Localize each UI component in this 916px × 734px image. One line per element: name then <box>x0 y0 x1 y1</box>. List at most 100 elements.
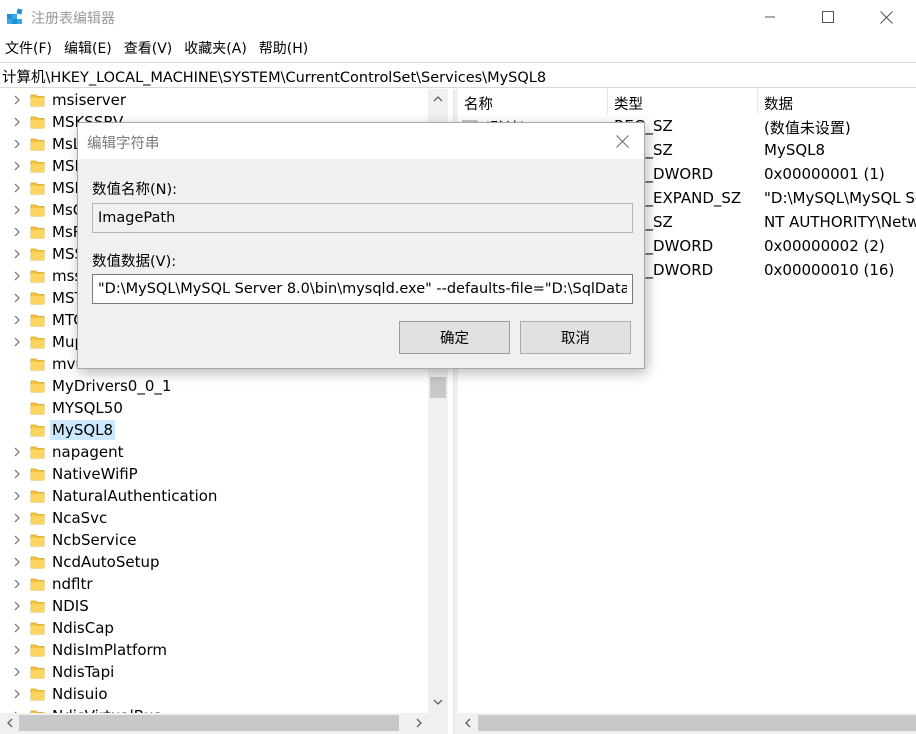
tree-item-label: NcdAutoSetup <box>52 553 160 571</box>
menu-file[interactable]: 文件(F) <box>0 38 59 60</box>
scroll-left-button[interactable] <box>0 713 18 733</box>
scroll-thumb[interactable] <box>430 377 446 398</box>
list-horizontal-scrollbar[interactable] <box>458 713 916 734</box>
tree-item-label: NaturalAuthentication <box>52 487 218 505</box>
tree-horizontal-scrollbar[interactable] <box>0 713 448 734</box>
chevron-right-icon[interactable] <box>11 182 23 194</box>
menu-view[interactable]: 查看(V) <box>119 38 180 60</box>
chevron-right-icon[interactable] <box>11 160 23 172</box>
scroll-left-button[interactable] <box>458 713 476 733</box>
folder-icon <box>30 644 45 657</box>
tree-item[interactable]: NcbService <box>0 529 428 551</box>
column-header-type[interactable]: 类型 <box>614 93 643 114</box>
tree-item[interactable]: MyDrivers0_0_1 <box>0 375 428 397</box>
tree-item[interactable]: Ndisuio <box>0 683 428 705</box>
tree-item[interactable]: ndfltr <box>0 573 428 595</box>
tree-item[interactable]: NcdAutoSetup <box>0 551 428 573</box>
tree-item-label: MySQL8 <box>50 420 116 440</box>
chevron-right-icon[interactable] <box>11 336 23 348</box>
menu-edit[interactable]: 编辑(E) <box>59 38 119 60</box>
maximize-button[interactable] <box>798 0 858 34</box>
scroll-right-button[interactable] <box>410 713 428 733</box>
folder-icon <box>30 160 45 173</box>
tree-item[interactable]: MYSQL50 <box>0 397 428 419</box>
folder-icon <box>30 314 45 327</box>
chevron-right-icon[interactable] <box>11 116 23 128</box>
tree-item[interactable]: NaturalAuthentication <box>0 485 428 507</box>
maximize-icon <box>822 11 834 23</box>
folder-icon <box>30 116 45 129</box>
tree-item[interactable]: napagent <box>0 441 428 463</box>
menu-bar: 文件(F) 编辑(E) 查看(V) 收藏夹(A) 帮助(H) <box>0 38 315 60</box>
tree-item[interactable]: NcaSvc <box>0 507 428 529</box>
menu-help[interactable]: 帮助(H) <box>254 38 315 60</box>
menu-favorites[interactable]: 收藏夹(A) <box>179 38 254 60</box>
chevron-right-icon[interactable] <box>11 644 23 656</box>
chevron-right-icon[interactable] <box>11 578 23 590</box>
folder-icon <box>30 336 45 349</box>
chevron-right-icon[interactable] <box>11 556 23 568</box>
value-data: 0x00000002 (2) <box>764 237 885 255</box>
column-divider[interactable] <box>757 89 758 114</box>
regedit-window: 注册表编辑器 文件(F) 编辑(E) 查看(V) 收藏夹(A) 帮助(H) 计算… <box>0 0 916 734</box>
chevron-right-icon[interactable] <box>11 248 23 260</box>
chevron-right-icon[interactable] <box>11 204 23 216</box>
folder-icon <box>30 138 45 151</box>
address-path[interactable]: 计算机\HKEY_LOCAL_MACHINE\SYSTEM\CurrentCon… <box>2 66 546 87</box>
chevron-right-icon[interactable] <box>11 446 23 458</box>
value-data-label: 数值数据(V): <box>92 254 177 270</box>
scroll-down-button[interactable] <box>428 693 448 711</box>
chevron-right-icon[interactable] <box>11 94 23 106</box>
chevron-right-icon[interactable] <box>11 292 23 304</box>
tree-item[interactable]: NdisTapi <box>0 661 428 683</box>
folder-icon <box>30 578 45 591</box>
regedit-app-icon <box>7 8 23 24</box>
tree-item[interactable]: MySQL8 <box>0 419 428 441</box>
scroll-thumb[interactable] <box>19 715 399 731</box>
value-data: 0x00000001 (1) <box>764 165 885 183</box>
column-divider[interactable] <box>607 89 608 114</box>
close-icon <box>615 134 629 148</box>
value-name-field[interactable] <box>92 203 633 233</box>
chevron-right-icon[interactable] <box>11 138 23 150</box>
title-bar: 注册表编辑器 <box>0 0 916 34</box>
chevron-right-icon[interactable] <box>11 270 23 282</box>
chevron-right-icon[interactable] <box>11 512 23 524</box>
tree-item-label: NdisTapi <box>52 663 115 681</box>
ok-button[interactable]: 确定 <box>399 321 510 354</box>
cancel-button[interactable]: 取消 <box>520 321 631 354</box>
folder-icon <box>30 204 45 217</box>
chevron-right-icon[interactable] <box>11 600 23 612</box>
chevron-right-icon[interactable] <box>11 468 23 480</box>
tree-item[interactable]: NdisCap <box>0 617 428 639</box>
chevron-right-icon[interactable] <box>11 490 23 502</box>
folder-icon <box>30 556 45 569</box>
column-header-name[interactable]: 名称 <box>464 93 493 114</box>
tree-item[interactable]: msiserver <box>0 89 428 111</box>
tree-item[interactable]: NDIS <box>0 595 428 617</box>
minimize-button[interactable] <box>740 0 800 34</box>
scroll-thumb[interactable] <box>478 715 916 731</box>
column-header-data[interactable]: 数据 <box>764 93 793 114</box>
folder-icon <box>30 358 45 371</box>
chevron-right-icon[interactable] <box>11 622 23 634</box>
address-bar[interactable]: 计算机\HKEY_LOCAL_MACHINE\SYSTEM\CurrentCon… <box>0 62 916 88</box>
tree-item[interactable]: NdisImPlatform <box>0 639 428 661</box>
folder-icon <box>30 248 45 261</box>
chevron-right-icon[interactable] <box>11 314 23 326</box>
folder-icon <box>30 226 45 239</box>
tree-item[interactable]: NativeWifiP <box>0 463 428 485</box>
folder-icon <box>30 512 45 525</box>
tree-item-label: ndfltr <box>52 575 93 593</box>
chevron-right-icon[interactable] <box>11 534 23 546</box>
tree-item-label: NativeWifiP <box>52 465 138 483</box>
close-button[interactable] <box>856 0 916 34</box>
dialog-title-bar: 编辑字符串 <box>78 123 644 159</box>
chevron-right-icon[interactable] <box>11 666 23 678</box>
dialog-close-button[interactable] <box>603 127 641 155</box>
tree-item-label: NDIS <box>52 597 89 615</box>
chevron-right-icon[interactable] <box>11 226 23 238</box>
scroll-up-button[interactable] <box>428 89 448 107</box>
chevron-right-icon[interactable] <box>11 688 23 700</box>
value-data-field[interactable] <box>92 274 633 304</box>
